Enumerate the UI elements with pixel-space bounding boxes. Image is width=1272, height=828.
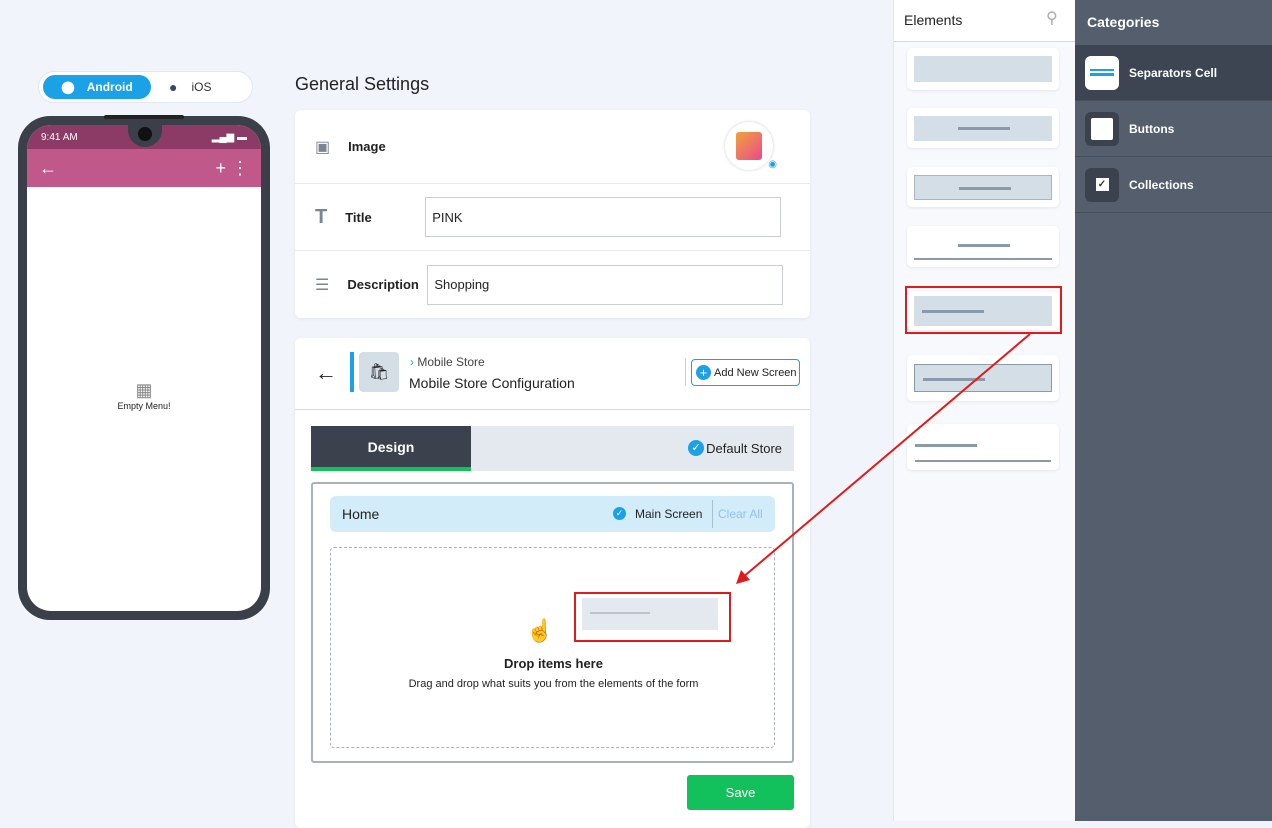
- drag-arrow: [736, 333, 1031, 584]
